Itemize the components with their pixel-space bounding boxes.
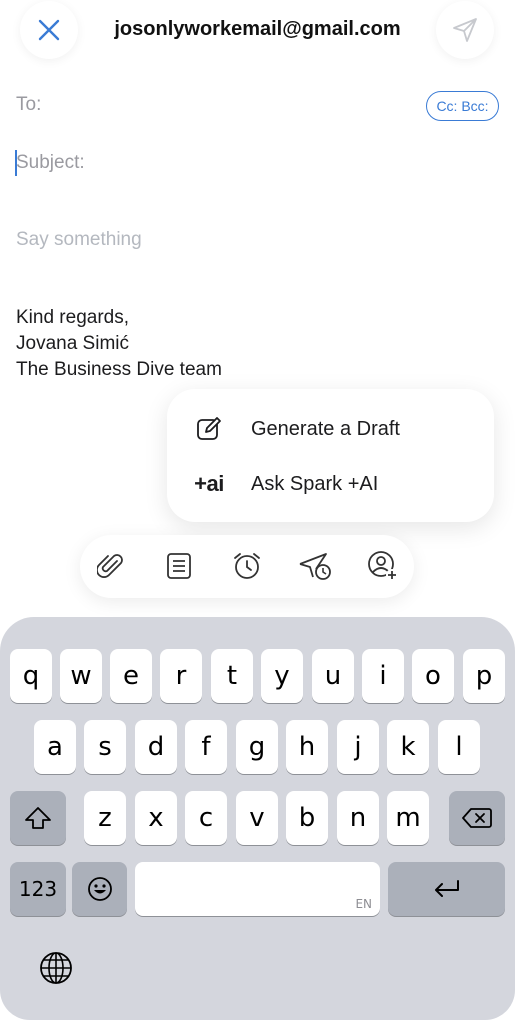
keyboard-language-label: EN	[355, 897, 372, 911]
key-t[interactable]: t	[211, 649, 253, 703]
ask-spark-ai-item[interactable]: +ai Ask Spark +AI	[167, 464, 494, 504]
keyboard: q w e r t y u i o p a s d f g h j k l z …	[0, 617, 515, 1020]
generate-draft-label: Generate a Draft	[251, 417, 400, 440]
key-l[interactable]: l	[438, 720, 480, 774]
signature-line: The Business Dive team	[16, 359, 222, 380]
attach-button[interactable]	[94, 549, 128, 583]
signature[interactable]: Kind regards, Jovana Simić The Business …	[16, 305, 222, 383]
shift-key[interactable]	[10, 791, 66, 845]
reminder-alarm-icon	[234, 553, 260, 579]
send-icon	[453, 18, 477, 42]
key-x[interactable]: x	[135, 791, 177, 845]
shift-icon	[25, 807, 51, 829]
key-e[interactable]: e	[110, 649, 152, 703]
return-key[interactable]	[388, 862, 505, 916]
send-later-button[interactable]	[298, 549, 332, 583]
ai-logo-icon: +ai	[194, 471, 224, 496]
compose-toolbar	[80, 535, 414, 598]
key-q[interactable]: q	[10, 649, 52, 703]
key-g[interactable]: g	[236, 720, 278, 774]
key-o[interactable]: o	[412, 649, 454, 703]
globe-icon	[40, 952, 72, 984]
delete-key[interactable]	[449, 791, 505, 845]
return-icon	[434, 880, 459, 897]
ai-menu: Generate a Draft +ai Ask Spark +AI	[167, 389, 494, 522]
key-m[interactable]: m	[387, 791, 429, 845]
key-z[interactable]: z	[84, 791, 126, 845]
key-p[interactable]: p	[463, 649, 505, 703]
emoji-key[interactable]	[72, 862, 127, 916]
key-v[interactable]: v	[236, 791, 278, 845]
key-y[interactable]: y	[261, 649, 303, 703]
key-w[interactable]: w	[60, 649, 102, 703]
key-a[interactable]: a	[34, 720, 76, 774]
key-n[interactable]: n	[337, 791, 379, 845]
backspace-icon	[462, 808, 492, 828]
key-f[interactable]: f	[185, 720, 227, 774]
key-k[interactable]: k	[387, 720, 429, 774]
key-b[interactable]: b	[286, 791, 328, 845]
signature-line: Kind regards,	[16, 307, 130, 328]
emoji-icon	[87, 877, 112, 901]
signature-line: Jovana Simić	[16, 333, 129, 354]
key-u[interactable]: u	[312, 649, 354, 703]
space-key[interactable]: EN	[135, 862, 380, 916]
key-c[interactable]: c	[185, 791, 227, 845]
key-s[interactable]: s	[84, 720, 126, 774]
send-later-icon	[299, 553, 331, 580]
paperclip-icon	[97, 554, 123, 578]
send-button[interactable]	[436, 1, 494, 59]
add-person-button[interactable]	[366, 549, 400, 583]
key-j[interactable]: j	[337, 720, 379, 774]
key-d[interactable]: d	[135, 720, 177, 774]
key-r[interactable]: r	[160, 649, 202, 703]
globe-key[interactable]	[36, 948, 76, 988]
template-icon	[167, 553, 191, 579]
generate-draft-item[interactable]: Generate a Draft	[167, 409, 494, 449]
ask-spark-ai-label: Ask Spark +AI	[251, 472, 379, 495]
key-i[interactable]: i	[362, 649, 404, 703]
edit-draft-icon	[197, 417, 221, 440]
key-h[interactable]: h	[286, 720, 328, 774]
add-person-icon	[368, 551, 398, 581]
numbers-key[interactable]: 123	[10, 862, 66, 916]
reminder-button[interactable]	[230, 549, 264, 583]
cc-bcc-button[interactable]: Cc: Bcc:	[426, 91, 499, 121]
to-field[interactable]: To:	[16, 94, 41, 116]
subject-field[interactable]: Subject:	[16, 152, 85, 174]
message-body[interactable]: Say something	[16, 229, 142, 251]
templates-button[interactable]	[162, 549, 196, 583]
